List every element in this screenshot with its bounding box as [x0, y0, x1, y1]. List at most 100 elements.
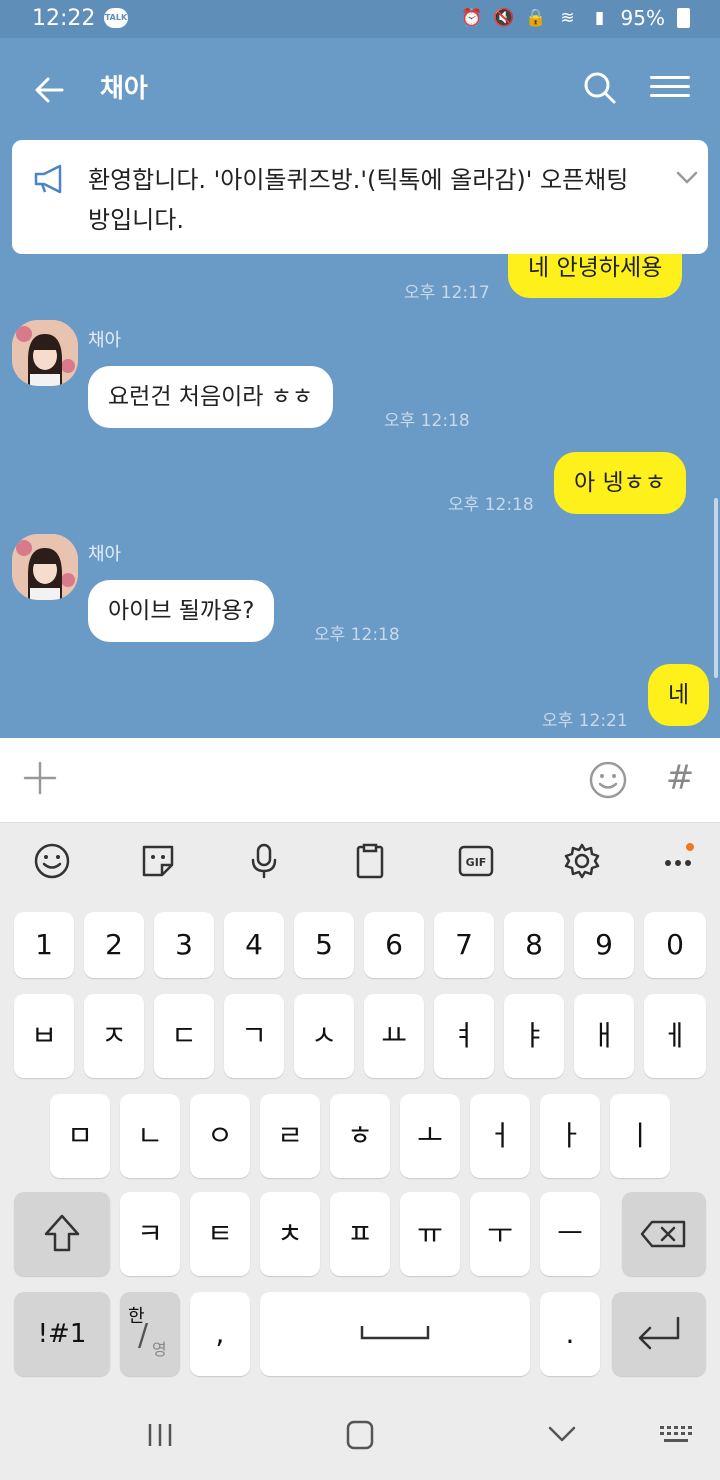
message-time: 오후 12:17 [404, 283, 490, 303]
home-icon[interactable] [340, 1418, 380, 1452]
battery-percent: 95% [620, 6, 665, 30]
message-time: 오후 12:18 [314, 625, 400, 645]
key-d[interactable]: ㄷ [154, 994, 214, 1078]
key-h[interactable]: ㅎ [330, 1094, 390, 1178]
lang-english-label: 영 [152, 1340, 167, 1359]
key-n[interactable]: ㄴ [120, 1094, 180, 1178]
message-bubble-mine[interactable]: 네 [648, 664, 710, 726]
enter-key[interactable] [612, 1292, 706, 1376]
space-key[interactable] [260, 1292, 530, 1376]
key-m[interactable]: ㅁ [50, 1094, 110, 1178]
key-t[interactable]: ㅌ [190, 1192, 250, 1276]
key-b[interactable]: ㅂ [14, 994, 74, 1078]
svg-text:GIF: GIF [466, 856, 487, 869]
key-5[interactable]: 5 [294, 912, 354, 978]
chat-title: 채아 [100, 74, 148, 104]
key-2[interactable]: 2 [84, 912, 144, 978]
sticker-icon[interactable] [138, 841, 178, 881]
avatar[interactable] [12, 534, 78, 600]
key-i[interactable]: ㅣ [610, 1094, 670, 1178]
settings-icon[interactable] [562, 841, 602, 881]
emoticon-icon[interactable] [32, 841, 72, 881]
message-time: 오후 12:21 [542, 711, 628, 731]
message-time: 오후 12:18 [448, 495, 534, 515]
key-eo[interactable]: ㅓ [470, 1094, 530, 1178]
key-7[interactable]: 7 [434, 912, 494, 978]
key-eu[interactable]: ㅡ [540, 1192, 600, 1276]
signal-icon: ▮ [594, 8, 605, 28]
message-bubble-other[interactable]: 요런건 처음이라 ㅎㅎ [88, 366, 334, 428]
keyboard-icon[interactable] [656, 1418, 696, 1452]
message-input[interactable] [76, 756, 556, 804]
key-1[interactable]: 1 [14, 912, 74, 978]
space-icon [360, 1326, 430, 1340]
comma-key[interactable]: , [190, 1292, 250, 1376]
key-yeo[interactable]: ㅕ [434, 994, 494, 1078]
key-u[interactable]: ㅜ [470, 1192, 530, 1276]
more-icon[interactable] [660, 841, 700, 881]
chat-area[interactable]: 환영합니다. '아이돌퀴즈방.'(틱톡에 올라감)' 오픈채팅방입니다. 네 안… [0, 138, 720, 738]
key-yo[interactable]: ㅛ [364, 994, 424, 1078]
key-4[interactable]: 4 [224, 912, 284, 978]
chat-header: 채아 [0, 38, 720, 138]
menu-icon[interactable] [650, 70, 690, 106]
key-j[interactable]: ㅈ [84, 994, 144, 1078]
notice-banner[interactable]: 환영합니다. '아이돌퀴즈방.'(틱톡에 올라감)' 오픈채팅방입니다. [12, 140, 708, 254]
sender-name: 채아 [88, 330, 122, 351]
shift-key[interactable] [14, 1192, 110, 1276]
key-k[interactable]: ㅋ [120, 1192, 180, 1276]
message-input-bar: # [0, 738, 720, 822]
status-bar: 12:22 TALK ⏰ 🔇 🔒 ≋ ▮ 95% [0, 0, 720, 38]
key-p[interactable]: ㅍ [330, 1192, 390, 1276]
key-8[interactable]: 8 [504, 912, 564, 978]
notice-text: 환영합니다. '아이돌퀴즈방.'(틱톡에 올라감)' 오픈채팅방입니다. [88, 166, 629, 234]
message-bubble-mine[interactable]: 아 넹ㅎㅎ [554, 452, 686, 514]
language-toggle-key[interactable]: 한 / 영 [120, 1292, 180, 1376]
gif-icon[interactable]: GIF [456, 841, 496, 881]
chevron-down-icon[interactable] [674, 164, 700, 190]
search-icon[interactable] [580, 68, 620, 108]
keyboard: 1 2 3 4 5 6 7 8 9 0 ㅂ ㅈ ㄷ ㄱ ㅅ ㅛ ㅕ ㅑ ㅐ ㅔ … [0, 898, 720, 1390]
key-ng[interactable]: ㅇ [190, 1094, 250, 1178]
key-r[interactable]: ㄹ [260, 1094, 320, 1178]
key-9[interactable]: 9 [574, 912, 634, 978]
key-6[interactable]: 6 [364, 912, 424, 978]
wifi-icon: ≋ [560, 8, 575, 28]
emoji-icon[interactable] [588, 760, 628, 800]
key-g[interactable]: ㄱ [224, 994, 284, 1078]
key-ch[interactable]: ㅊ [260, 1192, 320, 1276]
plus-icon[interactable] [22, 760, 58, 796]
alarm-icon: ⏰ [460, 8, 483, 28]
avatar[interactable] [12, 320, 78, 386]
navigation-bar [0, 1390, 720, 1480]
period-key[interactable]: . [540, 1292, 600, 1376]
enter-icon [638, 1316, 680, 1350]
key-3[interactable]: 3 [154, 912, 214, 978]
chat-scrollbar[interactable] [714, 498, 718, 678]
hash-icon[interactable]: # [660, 756, 700, 800]
lock-icon: 🔒 [524, 8, 547, 28]
clipboard-icon[interactable] [350, 841, 390, 881]
backspace-icon [640, 1220, 686, 1248]
key-o[interactable]: ㅗ [400, 1094, 460, 1178]
key-a[interactable]: ㅏ [540, 1094, 600, 1178]
recent-apps-icon[interactable] [140, 1418, 180, 1452]
key-0[interactable]: 0 [644, 912, 706, 978]
back-nav-icon[interactable] [542, 1418, 582, 1452]
back-arrow-icon[interactable] [30, 70, 70, 110]
shift-icon [44, 1214, 80, 1252]
key-yu[interactable]: ㅠ [400, 1192, 460, 1276]
key-s[interactable]: ㅅ [294, 994, 354, 1078]
key-ya[interactable]: ㅑ [504, 994, 564, 1078]
status-time: 12:22 [32, 6, 96, 31]
megaphone-icon [32, 164, 72, 194]
keyboard-toolbar: GIF [0, 822, 720, 898]
backspace-key[interactable] [622, 1192, 706, 1276]
message-bubble-other[interactable]: 아이브 될까용? [88, 580, 275, 642]
mute-icon: 🔇 [492, 8, 515, 28]
key-ae[interactable]: ㅐ [574, 994, 634, 1078]
notification-dot [686, 843, 694, 851]
key-e[interactable]: ㅔ [644, 994, 706, 1078]
symbols-key[interactable]: !#1 [14, 1292, 110, 1376]
microphone-icon[interactable] [244, 841, 284, 881]
